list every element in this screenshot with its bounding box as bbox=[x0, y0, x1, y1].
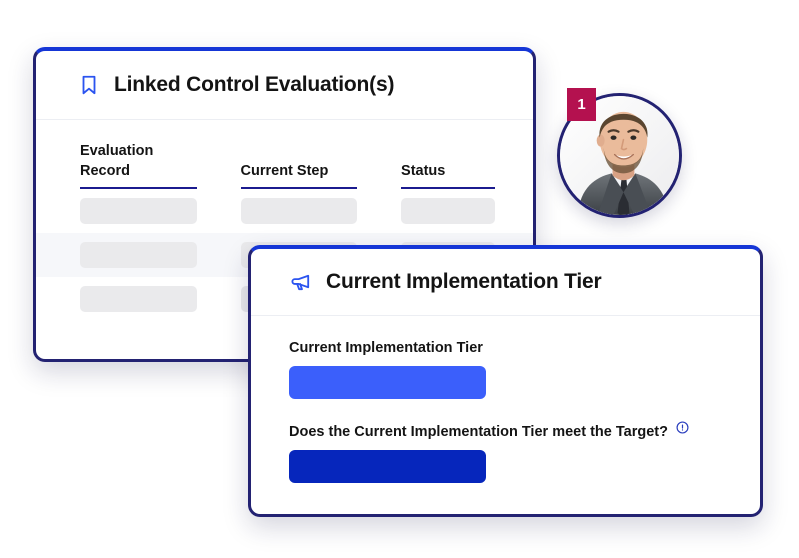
cell-placeholder-evaluation-record bbox=[80, 242, 197, 269]
implementation-tier-form: Current Implementation Tier Does the Cur… bbox=[251, 316, 760, 483]
field-label-text: Current Implementation Tier bbox=[289, 340, 483, 356]
field-current-implementation-tier: Current Implementation Tier bbox=[289, 340, 722, 399]
field-label-meets-target: Does the Current Implementation Tier mee… bbox=[289, 420, 722, 440]
card-header-implementation-tier: Current Implementation Tier bbox=[251, 249, 760, 316]
card-title-implementation-tier: Current Implementation Tier bbox=[326, 270, 602, 293]
cell-placeholder-evaluation-record bbox=[80, 286, 197, 313]
cell-placeholder-current-step bbox=[240, 198, 358, 225]
column-header-current-step[interactable]: Current Step bbox=[240, 162, 358, 190]
info-icon[interactable] bbox=[676, 420, 689, 434]
card-header-linked-control: Linked Control Evaluation(s) bbox=[36, 51, 533, 120]
table-row[interactable] bbox=[36, 189, 533, 233]
table-header-row: Evaluation Record Current Step Status bbox=[36, 142, 533, 190]
megaphone-icon bbox=[289, 269, 313, 295]
bookmark-icon bbox=[77, 72, 101, 98]
value-bar-current-implementation-tier[interactable] bbox=[289, 366, 486, 399]
value-bar-meets-target[interactable] bbox=[289, 450, 486, 483]
field-label-current-implementation-tier: Current Implementation Tier bbox=[289, 340, 722, 356]
column-header-status[interactable]: Status bbox=[401, 162, 495, 190]
current-implementation-tier-card: Current Implementation Tier Current Impl… bbox=[248, 245, 763, 517]
avatar-wrapper[interactable]: 1 bbox=[557, 88, 682, 218]
notification-badge[interactable]: 1 bbox=[567, 88, 596, 121]
column-header-evaluation-record[interactable]: Evaluation Record bbox=[80, 142, 197, 190]
cell-placeholder-status bbox=[401, 198, 495, 225]
field-label-text: Does the Current Implementation Tier mee… bbox=[289, 424, 668, 440]
screenshot-stage: Linked Control Evaluation(s) Evaluation … bbox=[0, 0, 799, 558]
page-title: Linked Control Evaluation(s) bbox=[114, 73, 395, 96]
cell-placeholder-evaluation-record bbox=[80, 198, 197, 225]
field-meets-target: Does the Current Implementation Tier mee… bbox=[289, 420, 722, 483]
